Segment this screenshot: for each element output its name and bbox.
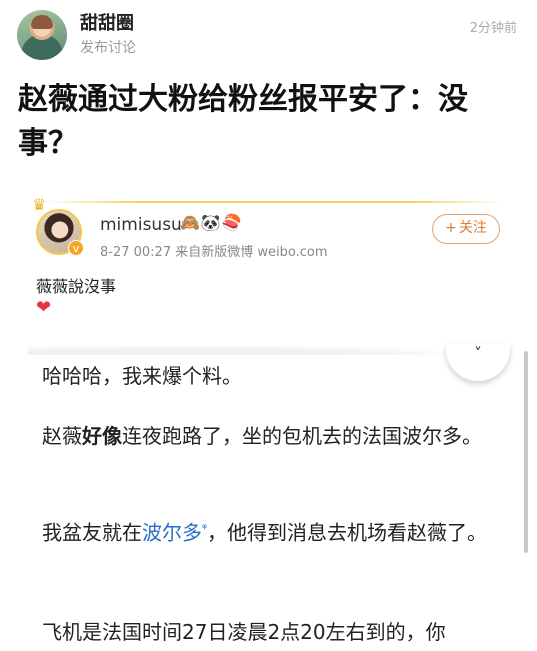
p2-text-after: 连夜跑路了，坐的包机去的法国波尔多。 <box>122 424 482 448</box>
p2-text-before: 赵薇 <box>42 424 82 448</box>
heart-icon: ❤ <box>36 297 52 318</box>
weibo-username[interactable]: mimisusu <box>100 215 182 235</box>
verified-badge-icon: v <box>68 240 84 256</box>
follow-label: 关注 <box>458 220 487 236</box>
weibo-meta: 8-27 00:27 来自新版微博 weibo.com <box>100 245 328 260</box>
p3-text-after: ，他得到消息去机场看赵薇了。 <box>207 520 487 545</box>
author-subtitle: 发布讨论 <box>80 40 136 56</box>
post-header: 甜甜圈 发布讨论 2分钟前 <box>0 0 537 66</box>
location-link[interactable]: 波尔多 <box>142 521 202 545</box>
scrollbar[interactable] <box>524 351 528 553</box>
p2-bold-text: 好像 <box>82 424 122 448</box>
author-name[interactable]: 甜甜圈 <box>80 9 134 35</box>
username-emoji-icons: 🙈🐼🍣 <box>180 213 243 232</box>
follow-button[interactable]: + 关注 <box>432 214 500 244</box>
card-top-decoration <box>44 201 504 203</box>
paragraph-2: 赵薇好像连夜跑路了，坐的包机去的法国波尔多。 <box>42 419 502 453</box>
plus-icon: + <box>445 220 457 236</box>
paragraph-1: 哈哈哈，我来爆个料。 <box>42 364 242 388</box>
embedded-post-screenshot: ˅ 哈哈哈，我来爆个料。 赵薇好像连夜跑路了，坐的包机去的法国波尔多。 我盆友就… <box>28 343 528 651</box>
crown-icon: ♛ <box>32 195 47 214</box>
p3-text-before: 我盆友就在 <box>42 520 142 545</box>
author-avatar[interactable] <box>17 10 67 60</box>
post-title: 赵薇通过大粉给粉丝报平安了：没事？ <box>18 82 468 161</box>
post-timestamp: 2分钟前 <box>469 21 517 36</box>
paragraph-3: 我盆友就在波尔多ᵠ，他得到消息去机场看赵薇了。 <box>42 511 502 550</box>
weibo-embed-card: ♛ v mimisusu 🙈🐼🍣 8-27 00:27 来自新版微博 weibo… <box>14 193 528 651</box>
weibo-text: 薇薇說沒事 <box>36 277 117 296</box>
paragraph-4: 飞机是法国时间27日凌晨2点20左右到的，你 <box>42 620 446 644</box>
inner-top-fade <box>28 343 508 355</box>
